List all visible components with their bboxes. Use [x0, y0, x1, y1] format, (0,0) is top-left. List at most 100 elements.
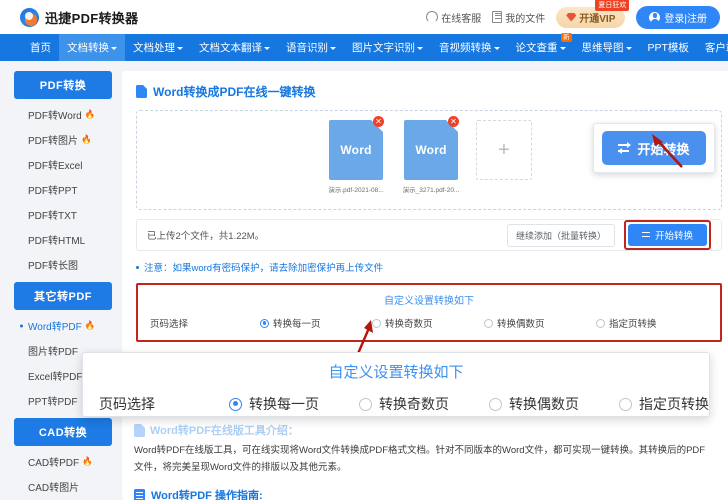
- online-support-label: 在线客服: [441, 13, 482, 25]
- nav-item-label: 文档转换: [67, 42, 109, 54]
- radio-icon[interactable]: [260, 318, 269, 328]
- overlay-radio-option-2[interactable]: 转换偶数页: [489, 394, 619, 414]
- password-note-text: 注意：如果word有密码保护，请去除加密保护再上传文件: [144, 263, 384, 274]
- sidebar-item-label: 图片转PDF: [28, 347, 78, 358]
- nav-item-0[interactable]: 首页: [22, 34, 59, 61]
- fire-icon: 🔥: [84, 320, 96, 330]
- add-file-button[interactable]: +: [476, 120, 532, 180]
- sidebar-item-label: PDF转HTML: [28, 236, 86, 247]
- sidebar-item-label: Word转PDF: [28, 322, 82, 333]
- radio-option-label: 转换每一页: [273, 319, 321, 330]
- nav-item-10[interactable]: 客户端: [697, 34, 728, 61]
- sidebar-item-label: PDF转PPT: [28, 186, 78, 197]
- file-name-label: 演示_3271.pdf-20...: [402, 187, 460, 194]
- chevron-down-icon: [264, 46, 270, 50]
- logo-text: 迅捷PDF转换器: [45, 10, 139, 26]
- site-logo[interactable]: 迅捷PDF转换器: [20, 7, 139, 27]
- sidebar-group-other-to-pdf[interactable]: 其它转PDF: [14, 282, 112, 310]
- remove-file-icon[interactable]: ✕: [373, 116, 384, 127]
- overlay-page-select-label: 页码选择: [99, 396, 155, 412]
- vip-promo-badge: 夏日狂欢: [595, 0, 630, 11]
- nav-item-6[interactable]: 音视频转换: [431, 34, 508, 61]
- radio-icon[interactable]: [484, 318, 493, 328]
- uploaded-files-row: Word ✕ 演示.pdf-2021-08... Word ✕ 演示_3271.pdf-2…: [326, 116, 532, 194]
- radio-option-label: 指定页转换: [609, 319, 657, 330]
- nav-item-7[interactable]: 论文查重新: [508, 33, 574, 61]
- nav-item-1[interactable]: 文档转换: [59, 34, 125, 61]
- upload-summary-bar: 已上传2个文件，共1.22M。 继续添加（批量转换） 开始转换: [136, 219, 722, 251]
- sidebar: PDF转换 PDF转Word 🔥 PDF转图片 🔥 PDF转Excel PDF转PPT PD…: [14, 71, 112, 500]
- overlay-radio-option-0[interactable]: 转换每一页: [229, 394, 359, 414]
- overlay-title: 自定义设置转换如下: [328, 364, 464, 381]
- file-type-label: Word: [340, 143, 372, 157]
- radio-icon[interactable]: [596, 318, 605, 328]
- uploaded-file-card[interactable]: Word ✕ 演示.pdf-2021-08...: [326, 116, 386, 194]
- nav-item-label: 语音识别: [286, 42, 328, 54]
- word-file-icon: Word ✕: [329, 116, 384, 180]
- conversion-settings-box: 自定义设置转换如下 页码选择 转换每一页 转换奇数页 转换偶数页 指定页转换: [136, 283, 722, 342]
- nav-item-label: 文档文本翻译: [199, 42, 262, 54]
- radio-icon[interactable]: [359, 397, 372, 411]
- top-header: 迅捷PDF转换器 在线客服 我的文件 开通VIP 夏日狂欢 登录|注册: [0, 0, 728, 34]
- sidebar-group-pdf-convert[interactable]: PDF转换: [14, 71, 112, 99]
- file-dropzone[interactable]: Word ✕ 演示.pdf-2021-08... Word ✕ 演示_3271.pdf-2…: [136, 110, 722, 210]
- nav-item-4[interactable]: 语音识别: [278, 34, 344, 61]
- file-name-label: 演示.pdf-2021-08...: [328, 187, 384, 194]
- nav-item-9[interactable]: PPT模板: [640, 34, 697, 61]
- radio-icon[interactable]: [229, 397, 242, 411]
- sidebar-item-label: PPT转PDF: [28, 397, 78, 408]
- open-vip-button[interactable]: 开通VIP 夏日狂欢: [556, 0, 630, 28]
- user-icon: [649, 11, 661, 23]
- sidebar-item-6[interactable]: PDF转长图: [14, 252, 112, 277]
- sidebar-item-0[interactable]: PDF转Word 🔥: [14, 102, 112, 127]
- sidebar-item-label: Excel转PDF: [28, 372, 83, 383]
- sidebar-item-1[interactable]: PDF转图片 🔥: [14, 127, 112, 152]
- online-support-button[interactable]: 在线客服: [426, 10, 481, 25]
- start-convert-button[interactable]: 开始转换: [627, 224, 707, 246]
- sidebar-list-pdf-convert: PDF转Word 🔥 PDF转图片 🔥 PDF转Excel PDF转PPT PDF转TXT P…: [14, 102, 112, 277]
- nav-item-label: 首页: [30, 42, 51, 54]
- sidebar-item-0[interactable]: Word转PDF 🔥: [14, 313, 112, 338]
- overlay-radio-option-1[interactable]: 转换奇数页: [359, 394, 489, 414]
- my-files-button[interactable]: 我的文件: [492, 10, 545, 25]
- main-navigation: 首页 文档转换 文档处理 文档文本翻译 语音识别 图片文字识别 音视频转换 论文查重新思维导图…: [0, 33, 728, 61]
- sidebar-item-5[interactable]: PDF转HTML: [14, 227, 112, 252]
- radio-icon[interactable]: [619, 397, 632, 411]
- diamond-icon: [566, 12, 577, 22]
- radio-option-2[interactable]: 转换偶数页: [484, 316, 596, 330]
- remove-file-icon[interactable]: ✕: [448, 116, 459, 127]
- nav-item-8[interactable]: 思维导图: [574, 34, 640, 61]
- nav-item-5[interactable]: 图片文字识别: [344, 34, 431, 61]
- logo-icon: [20, 7, 39, 27]
- sidebar-item-3[interactable]: PDF转PPT: [14, 177, 112, 202]
- nav-item-3[interactable]: 文档文本翻译: [191, 34, 278, 61]
- sidebar-item-label: PDF转Word: [28, 111, 82, 122]
- chevron-down-icon: [559, 46, 566, 50]
- sidebar-item-4[interactable]: PDF转TXT: [14, 202, 112, 227]
- sidebar-list-cad-convert: CAD转PDF🔥CAD转图片PDF转CADCAD版本转换: [14, 449, 112, 500]
- nav-item-label: 图片文字识别: [352, 42, 415, 54]
- uploaded-file-card[interactable]: Word ✕ 演示_3271.pdf-20...: [401, 116, 461, 194]
- sidebar-group-cad-convert[interactable]: CAD转换: [14, 418, 112, 446]
- overlay-radio-option-3[interactable]: 指定页转换: [619, 394, 728, 414]
- add-more-files-button[interactable]: 继续添加（批量转换）: [506, 223, 615, 247]
- description-text: Word转PDF在线版工具，可在线实现将Word文件转换成PDF格式文档。针对不…: [134, 445, 706, 473]
- chevron-down-icon: [493, 46, 500, 50]
- radio-option-3[interactable]: 指定页转换: [596, 316, 708, 330]
- page-select-row: 页码选择 转换每一页 转换奇数页 转换偶数页 指定页转换: [150, 316, 708, 330]
- guide-book-icon: [134, 488, 145, 500]
- magnified-settings-overlay: 自定义设置转换如下 页码选择 转换每一页 转换奇数页 转换偶数页 指定页转换: [82, 352, 710, 417]
- login-register-button[interactable]: 登录|注册: [636, 5, 720, 29]
- headset-icon: [426, 11, 439, 23]
- sidebar-item-1[interactable]: CAD转图片: [14, 474, 112, 499]
- chevron-down-icon: [417, 46, 423, 50]
- sidebar-item-0[interactable]: CAD转PDF 🔥: [14, 449, 112, 474]
- upload-summary-text: 已上传2个文件，共1.22M。: [147, 231, 265, 242]
- nav-item-2[interactable]: 文档处理: [125, 34, 191, 61]
- sidebar-item-2[interactable]: PDF转Excel: [14, 152, 112, 177]
- radio-option-1[interactable]: 转换奇数页: [372, 316, 484, 330]
- radio-icon[interactable]: [489, 397, 502, 411]
- page-select-radio-group: 转换每一页 转换奇数页 转换偶数页 指定页转换: [260, 316, 708, 330]
- swap-arrows-icon: [618, 142, 632, 154]
- description-heading-row: Word转PDF在线版工具介绍：: [134, 422, 708, 438]
